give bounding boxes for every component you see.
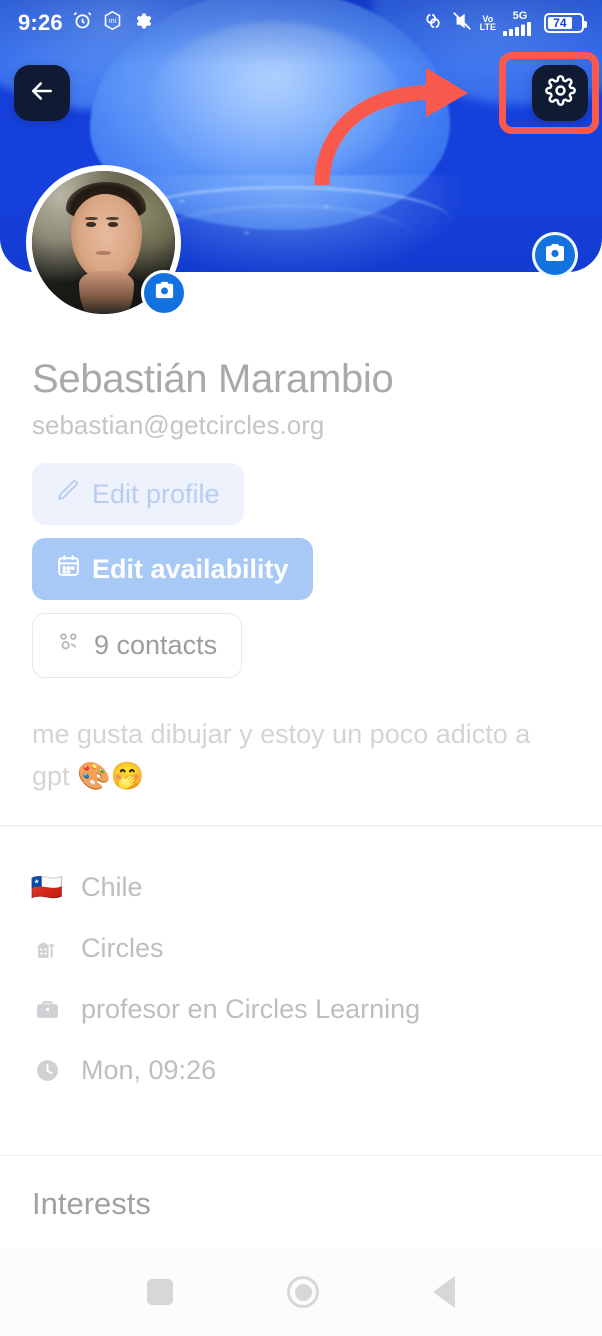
local-time-label: Mon, 09:26 [81, 1054, 217, 1085]
role-label: profesor en Circles Learning [81, 993, 421, 1024]
flag-chile-icon: 🇨🇱 [30, 871, 64, 902]
signal-5g-icon: 5G [503, 9, 537, 36]
volte-icon: Vo LTE [479, 14, 496, 32]
profile-info-list: 🇨🇱 Chile Circles profesor en Circles Lea… [0, 827, 602, 1127]
alarm-icon [72, 10, 93, 36]
profile-email: sebastian@getcircles.org [32, 410, 325, 440]
nfc-icon [422, 10, 444, 37]
network-gen-label: 5G [512, 9, 528, 22]
profile-content: Sebastián Marambio sebastian@getcircles.… [0, 272, 602, 1306]
gear-icon [132, 11, 152, 36]
camera-icon [543, 241, 567, 270]
calendar-icon [56, 553, 81, 585]
svg-text:mi: mi [109, 18, 117, 25]
status-bar: 9:26 mi Vo LTE 5G 74 [0, 0, 602, 46]
home-button[interactable] [287, 1276, 319, 1308]
info-row-local-time: Mon, 09:26 [32, 1040, 570, 1101]
profile-bio: me gusta dibujar y estoy un poco adicto … [32, 719, 531, 791]
back-button[interactable] [14, 65, 70, 121]
edit-profile-button[interactable]: Edit profile [32, 463, 244, 525]
phone-screen: 9:26 mi Vo LTE 5G 74 Sebastián Marambio … [0, 0, 602, 1336]
contacts-button[interactable]: 9 contacts [32, 613, 243, 678]
recents-button[interactable] [147, 1279, 173, 1305]
change-profile-photo-button[interactable] [141, 270, 187, 316]
profile-actions: Edit profile Edit availability 9 contact… [32, 463, 602, 691]
group-icon [57, 629, 83, 662]
annotation-highlight-box [499, 52, 599, 134]
info-row-country: 🇨🇱 Chile [30, 857, 570, 918]
interests-title: Interests [32, 1186, 151, 1221]
back-arrow-icon [27, 76, 57, 111]
annotation-arrow-icon [314, 68, 468, 185]
change-cover-photo-button[interactable] [532, 232, 578, 278]
info-row-role: profesor en Circles Learning [32, 979, 570, 1040]
pencil-icon [56, 478, 81, 510]
status-time: 9:26 [18, 10, 63, 35]
miui-icon: mi [102, 10, 123, 36]
country-label: Chile [81, 871, 143, 902]
mute-icon [451, 10, 473, 37]
profile-name: Sebastián Marambio [32, 357, 394, 401]
info-row-organization: Circles [32, 918, 570, 979]
avatar[interactable] [26, 165, 187, 320]
edit-availability-button[interactable]: Edit availability [32, 538, 313, 600]
battery-level: 74 [553, 16, 567, 30]
camera-icon [153, 279, 176, 307]
building-icon [32, 936, 62, 961]
briefcase-icon [32, 997, 62, 1022]
contacts-label: 9 contacts [94, 630, 218, 660]
edit-profile-label: Edit profile [92, 478, 220, 509]
battery-icon: 74 [544, 13, 587, 33]
system-back-button[interactable] [433, 1276, 455, 1308]
android-nav-bar [0, 1248, 602, 1336]
clock-icon [32, 1058, 62, 1083]
edit-availability-label: Edit availability [92, 553, 289, 584]
organization-label: Circles [81, 932, 164, 963]
